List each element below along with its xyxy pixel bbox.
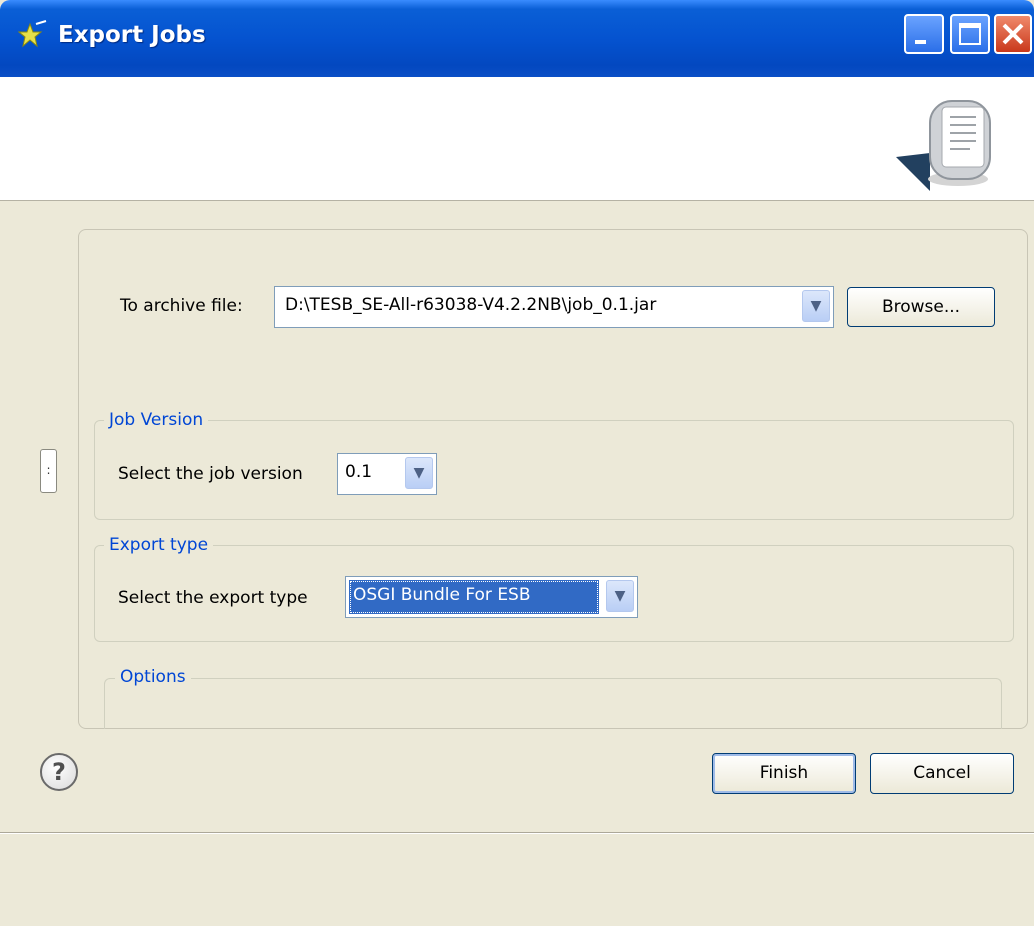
job-version-combo[interactable]: 0.1 ▼ bbox=[337, 453, 437, 495]
browse-button[interactable]: Browse... bbox=[847, 287, 995, 327]
chevron-down-icon[interactable]: ▼ bbox=[802, 290, 830, 322]
maximize-button[interactable] bbox=[950, 14, 990, 54]
title-bar[interactable]: Export Jobs bbox=[0, 0, 1034, 77]
export-type-combo[interactable]: OSGI Bundle For ESB ▼ bbox=[345, 576, 638, 618]
finish-button[interactable]: Finish bbox=[712, 753, 856, 794]
sash-handle[interactable]: : bbox=[40, 449, 57, 493]
archive-file-combo[interactable]: D:\TESB_SE-All-r63038-V4.2.2NB\job_0.1.j… bbox=[274, 286, 834, 328]
cancel-button[interactable]: Cancel bbox=[870, 753, 1014, 794]
wizard-banner bbox=[0, 77, 1034, 201]
archive-file-label: To archive file: bbox=[120, 296, 243, 316]
wizard-icon bbox=[18, 20, 47, 48]
chevron-down-icon[interactable]: ▼ bbox=[606, 580, 634, 612]
job-version-legend: Job Version bbox=[104, 410, 209, 430]
export-type-legend: Export type bbox=[104, 535, 214, 555]
export-type-value: OSGI Bundle For ESB bbox=[353, 585, 531, 605]
close-button[interactable] bbox=[994, 14, 1032, 54]
job-version-label: Select the job version bbox=[118, 464, 303, 484]
export-banner-icon bbox=[896, 100, 991, 191]
export-jobs-dialog: Export Jobs: To archive file: D:\TESB_S… bbox=[0, 0, 1034, 926]
help-icon[interactable]: ? bbox=[40, 753, 78, 791]
job-version-value: 0.1 bbox=[345, 462, 373, 482]
archive-file-value: D:\TESB_SE-All-r63038-V4.2.2NB\job_0.1.j… bbox=[285, 295, 657, 315]
close-icon bbox=[1002, 23, 1024, 45]
minimize-button[interactable] bbox=[904, 14, 944, 54]
minimize-icon bbox=[915, 40, 926, 44]
export-type-label: Select the export type bbox=[118, 588, 308, 608]
maximize-icon bbox=[959, 23, 981, 45]
chevron-down-icon[interactable]: ▼ bbox=[405, 457, 433, 489]
options-legend: Options bbox=[115, 667, 191, 687]
window-title: Export Jobs bbox=[58, 22, 206, 48]
